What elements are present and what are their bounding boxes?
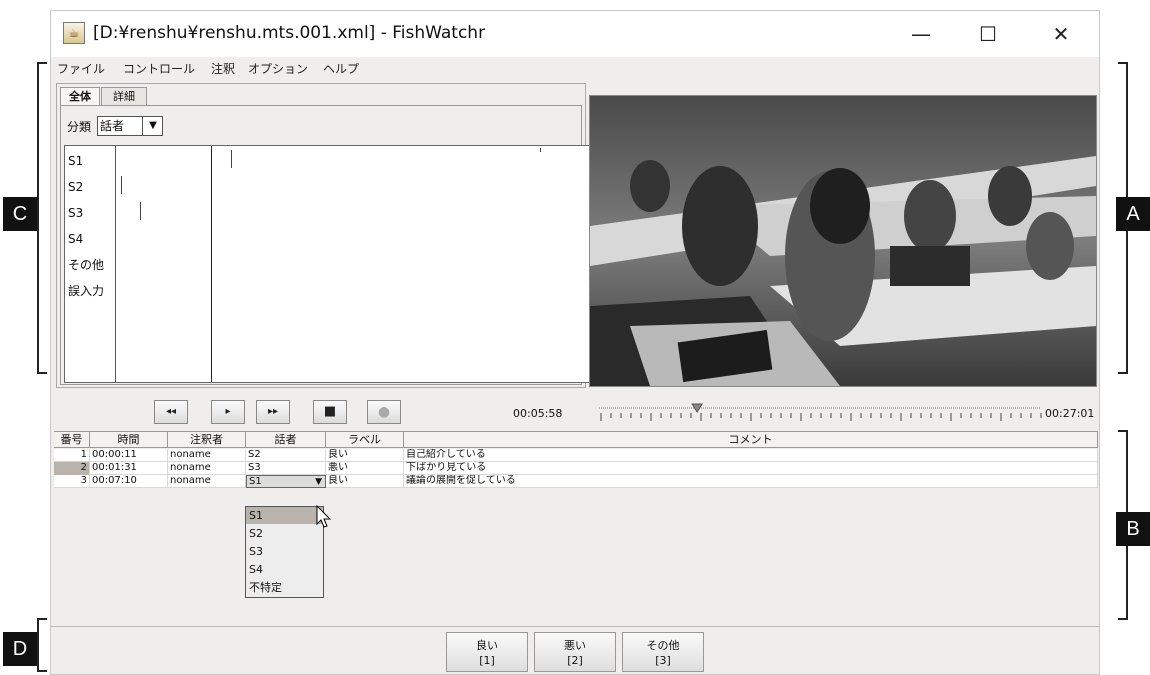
timeline-playhead[interactable] xyxy=(211,146,212,382)
timeline-mark[interactable] xyxy=(121,176,122,194)
fast-forward-button[interactable]: ▸▸ xyxy=(256,400,290,424)
classification-value: 話者 xyxy=(100,119,125,133)
classroom-video-frame xyxy=(590,96,1096,386)
table-row[interactable]: 1 00:00:11 noname S2 良い 自己紹介している xyxy=(54,449,1098,462)
label-button-shortcut: [2] xyxy=(567,654,583,667)
speaker-dropdown-list[interactable]: S1 S2 S3 S4 不特定 xyxy=(245,506,324,598)
chevron-down-icon[interactable]: ▼ xyxy=(315,476,322,487)
overview-panel: 全体 詳細 分類 話者 ▼ S1 S2 S3 S4 その他 誤入力 xyxy=(56,83,590,388)
label-button-text: 良い xyxy=(476,639,498,652)
bracket-d xyxy=(37,618,47,672)
play-button[interactable]: ▸ xyxy=(211,400,245,424)
cell-time: 00:07:10 xyxy=(90,475,168,488)
dropdown-option-s2[interactable]: S2 xyxy=(246,525,323,542)
record-button[interactable]: ● xyxy=(367,400,401,424)
label-button-shortcut: [3] xyxy=(655,654,671,667)
tab-detail[interactable]: 詳細 xyxy=(101,87,147,106)
menu-bar: ファイル コントロール 注釈 オプション ヘルプ xyxy=(51,57,1099,81)
dropdown-option-s4[interactable]: S4 xyxy=(246,561,323,578)
close-button[interactable]: ✕ xyxy=(1046,19,1076,49)
tab-overall[interactable]: 全体 xyxy=(60,87,100,106)
cell-annotator: noname xyxy=(168,449,246,462)
column-header-annotator[interactable]: 注釈者 xyxy=(168,432,246,448)
label-button-bad[interactable]: 悪い [2] xyxy=(534,632,616,672)
label-button-good[interactable]: 良い [1] xyxy=(446,632,528,672)
classification-select[interactable]: 話者 ▼ xyxy=(97,116,163,136)
label-button-other[interactable]: その他 [3] xyxy=(622,632,704,672)
timeline-label-s1: S1 xyxy=(68,154,84,168)
timeline-label-s4: S4 xyxy=(68,232,84,246)
label-button-shortcut: [1] xyxy=(479,654,495,667)
tag-c: C xyxy=(3,197,37,231)
column-header-number[interactable]: 番号 xyxy=(54,432,90,448)
annotation-table: 番号 時間 注釈者 話者 ラベル コメント 1 00:00:11 noname … xyxy=(54,431,1098,627)
dropdown-arrow-icon[interactable]: ▼ xyxy=(142,117,163,135)
dropdown-option-s3[interactable]: S3 xyxy=(246,543,323,560)
table-row[interactable]: 2 00:01:31 noname S3 悪い 下ばかり見ている xyxy=(54,462,1098,475)
cell-label[interactable]: 良い xyxy=(326,449,404,462)
title-bar: ☕ [D:¥renshu¥renshu.mts.001.xml] - FishW… xyxy=(51,11,1099,57)
cell-time: 00:01:31 xyxy=(90,462,168,475)
menu-control[interactable]: コントロール xyxy=(123,61,195,77)
cell-comment[interactable]: 自己紹介している xyxy=(404,449,1098,462)
cell-annotator: noname xyxy=(168,475,246,488)
java-app-icon: ☕ xyxy=(63,22,85,44)
tag-a: A xyxy=(1116,197,1150,231)
cell-label[interactable]: 良い xyxy=(326,475,404,488)
window-title: [D:¥renshu¥renshu.mts.001.xml] - FishWat… xyxy=(93,23,486,43)
menu-help[interactable]: ヘルプ xyxy=(323,61,359,77)
column-header-comment[interactable]: コメント xyxy=(404,432,1098,448)
stop-button[interactable]: ■ xyxy=(313,400,347,424)
cell-comment[interactable]: 下ばかり見ている xyxy=(404,462,1098,475)
maximize-button[interactable]: ☐ xyxy=(973,19,1003,49)
cell-number: 1 xyxy=(54,449,90,462)
menu-file[interactable]: ファイル xyxy=(57,61,105,77)
table-row[interactable]: 3 00:07:10 noname S1 ▼ 良い 議論の展開を促している xyxy=(54,475,1098,488)
menu-options[interactable]: オプション xyxy=(248,61,308,77)
app-window: ☕ [D:¥renshu¥renshu.mts.001.xml] - FishW… xyxy=(50,10,1100,675)
cell-time: 00:00:11 xyxy=(90,449,168,462)
speaker-combo-value: S1 xyxy=(249,476,262,487)
timeline-label-s3: S3 xyxy=(68,206,84,220)
label-button-bar: 良い [1] 悪い [2] その他 [3] xyxy=(51,626,1099,675)
label-button-text: その他 xyxy=(646,639,680,652)
classification-label: 分類 xyxy=(67,120,92,134)
cell-label[interactable]: 悪い xyxy=(326,462,404,475)
dropdown-option-unspecified[interactable]: 不特定 xyxy=(246,579,323,596)
dropdown-option-s1[interactable]: S1 xyxy=(246,507,323,524)
bracket-c xyxy=(37,62,47,374)
timeline-mark[interactable] xyxy=(140,202,141,220)
column-header-time[interactable]: 時間 xyxy=(90,432,168,448)
tab-content: 分類 話者 ▼ S1 S2 S3 S4 その他 誤入力 xyxy=(60,105,590,385)
playback-slider[interactable] xyxy=(597,401,1042,425)
label-button-text: 悪い xyxy=(564,639,586,652)
menu-annotation[interactable]: 注釈 xyxy=(211,61,235,77)
timeline-mark[interactable] xyxy=(540,148,541,152)
timeline-label-error: 誤入力 xyxy=(68,284,105,298)
cell-comment[interactable]: 議論の展開を促している xyxy=(404,475,1098,488)
cell-number: 2 xyxy=(54,462,90,475)
cell-annotator: noname xyxy=(168,462,246,475)
timeline-axis xyxy=(115,146,116,382)
tag-d: D xyxy=(3,632,37,666)
minimize-button[interactable]: — xyxy=(906,19,936,49)
timeline-label-s2: S2 xyxy=(68,180,84,194)
cell-speaker[interactable]: S3 xyxy=(246,462,326,475)
tag-b: B xyxy=(1116,512,1150,546)
cell-number: 3 xyxy=(54,475,90,488)
total-time: 00:27:01 xyxy=(1045,407,1095,420)
cell-speaker[interactable]: S2 xyxy=(246,449,326,462)
timeline-chart[interactable]: S1 S2 S3 S4 その他 誤入力 xyxy=(64,145,590,383)
timeline-label-other: その他 xyxy=(68,258,105,272)
column-header-label[interactable]: ラベル xyxy=(326,432,404,448)
current-time: 00:05:58 xyxy=(513,407,563,420)
speaker-combo[interactable]: S1 ▼ xyxy=(246,475,326,488)
column-header-speaker[interactable]: 話者 xyxy=(246,432,326,448)
rewind-button[interactable]: ◂◂ xyxy=(154,400,188,424)
timeline-mark[interactable] xyxy=(231,150,232,168)
slider-track xyxy=(599,403,1042,421)
mouse-cursor-icon xyxy=(316,505,332,528)
video-player[interactable] xyxy=(589,95,1097,387)
